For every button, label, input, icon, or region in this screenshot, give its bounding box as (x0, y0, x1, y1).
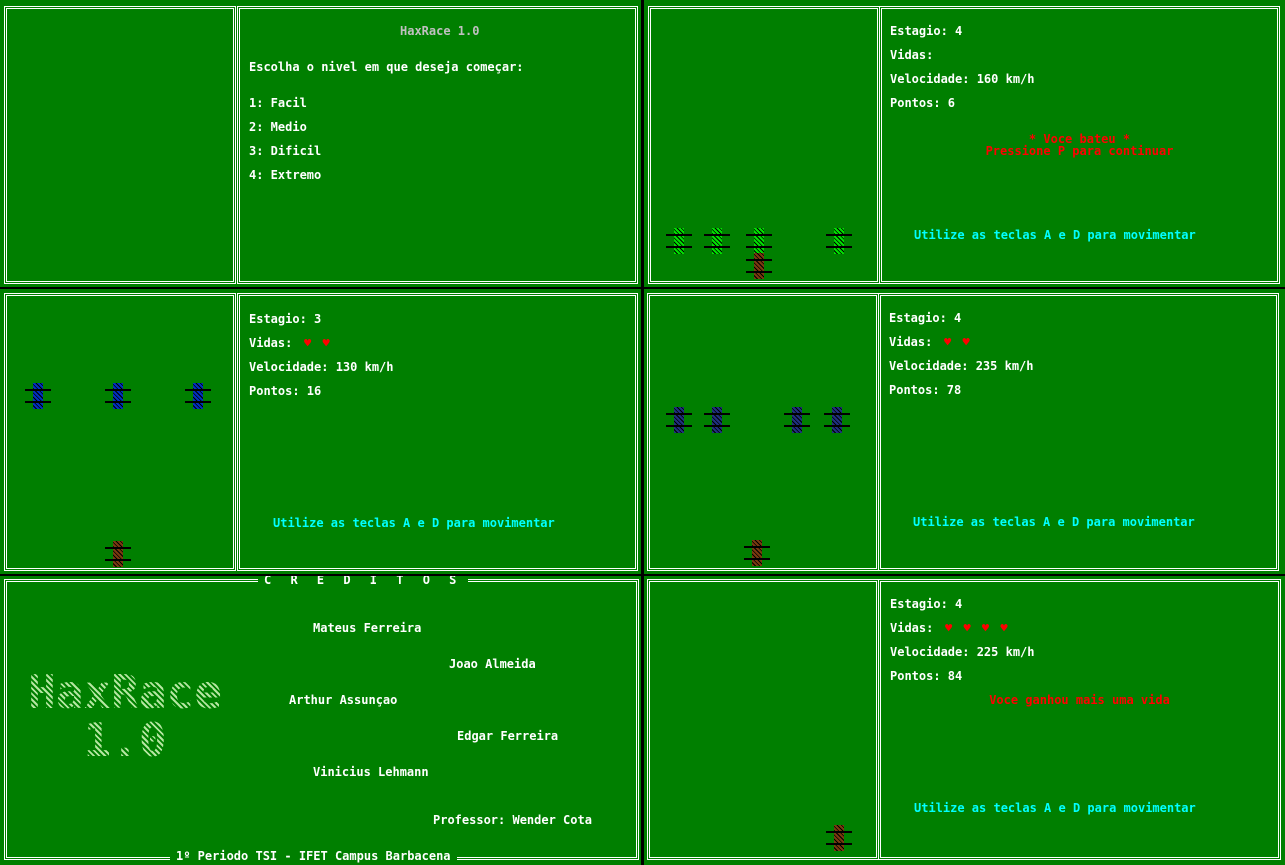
hud-speed: Velocidade: 130 km/h (249, 360, 394, 374)
credits-screen: C R E D I T O S HaxRace 1.0 Mateus Ferre… (0, 576, 641, 865)
logo-line-2: 1.0 (83, 713, 167, 767)
hud-lives-label: Vidas: (249, 336, 293, 350)
player-car (826, 825, 852, 851)
menu-option-dificil[interactable]: 3: Dificil (249, 144, 321, 158)
hud-lives-label: Vidas: (890, 621, 934, 635)
haxrace-logo: HaxRace 1.0 (10, 668, 240, 764)
hud-stage: Estagio: 4 (890, 597, 963, 611)
credit-professor: Professor: Wender Cota (433, 813, 592, 827)
menu-option-medio[interactable]: 2: Medio (249, 120, 307, 134)
enemy-car (185, 383, 211, 409)
hud-stage: Estagio: 3 (249, 312, 322, 326)
hud-lives-label: Vidas: (889, 335, 933, 349)
game-screen-crash: Estagio: 4 Vidas: Velocidade: 160 km/h P… (644, 0, 1285, 287)
player-car (744, 540, 770, 566)
game-screen-stage4a: Estagio: 4 Vidas: ♥ ♥ Velocidade: 235 km… (644, 289, 1285, 574)
continue-message: Pressione P para continuar (985, 144, 1174, 158)
player-car (105, 541, 131, 567)
credits-heading: C R E D I T O S (258, 576, 469, 587)
track-frame (647, 579, 879, 860)
enemy-car (704, 228, 730, 254)
game-screen-stage4b: Estagio: 4 Vidas: ♥ ♥ ♥ ♥ Velocidade: 22… (644, 576, 1285, 865)
enemy-car (666, 407, 692, 433)
hud-speed: Velocidade: 160 km/h (890, 72, 1035, 86)
hud-speed: Velocidade: 225 km/h (890, 645, 1035, 659)
credit-name: Mateus Ferreira (313, 621, 422, 635)
hud-points: Pontos: 84 (890, 669, 963, 683)
menu-screen: HaxRace 1.0 Escolha o nivel em que desej… (0, 0, 641, 287)
enemy-car (746, 228, 772, 254)
enemy-car (784, 407, 810, 433)
controls-hint: Utilize as teclas A e D para movimentar (914, 801, 1196, 815)
player-car (746, 253, 772, 279)
hud-lives-hearts: ♥ ♥ (944, 335, 972, 349)
hud-frame (878, 579, 1281, 860)
hud-frame (878, 293, 1279, 571)
hud-points: Pontos: 78 (889, 383, 962, 397)
enemy-car (826, 228, 852, 254)
menu-prompt: Escolha o nivel em que deseja começar: (249, 60, 524, 74)
menu-option-extremo[interactable]: 4: Extremo (249, 168, 321, 182)
enemy-car (666, 228, 692, 254)
hud-stage: Estagio: 4 (889, 311, 962, 325)
logo-line-1: HaxRace (28, 665, 222, 719)
track-frame (4, 293, 236, 571)
hud-points: Pontos: 16 (249, 384, 322, 398)
hud-lives-hearts: ♥ ♥ ♥ ♥ (945, 621, 1010, 635)
menu-option-facil[interactable]: 1: Facil (249, 96, 307, 110)
controls-hint: Utilize as teclas A e D para movimentar (914, 228, 1196, 242)
credit-name: Edgar Ferreira (457, 729, 559, 743)
menu-title: HaxRace 1.0 (400, 24, 480, 38)
controls-hint: Utilize as teclas A e D para movimentar (913, 515, 1195, 529)
game-screen-stage3: Estagio: 3 Vidas: ♥ ♥ Velocidade: 130 km… (0, 289, 641, 574)
hud-points: Pontos: 6 (890, 96, 956, 110)
credit-name: Vinicius Lehmann (313, 765, 429, 779)
hud-lives-hearts: ♥ ♥ (304, 336, 332, 350)
track-frame (4, 6, 236, 284)
enemy-car (824, 407, 850, 433)
credit-name: Arthur Assunçao (289, 693, 398, 707)
hud-lives-label: Vidas: (890, 48, 934, 62)
enemy-car (704, 407, 730, 433)
credit-name: Joao Almeida (449, 657, 536, 671)
controls-hint: Utilize as teclas A e D para movimentar (273, 516, 555, 530)
credits-footer: 1º Periodo TSI - IFET Campus Barbacena (170, 849, 457, 863)
enemy-car (105, 383, 131, 409)
hud-speed: Velocidade: 235 km/h (889, 359, 1034, 373)
hud-stage: Estagio: 4 (890, 24, 963, 38)
extra-life-message: Voce ganhou mais uma vida (989, 693, 1170, 707)
enemy-car (25, 383, 51, 409)
